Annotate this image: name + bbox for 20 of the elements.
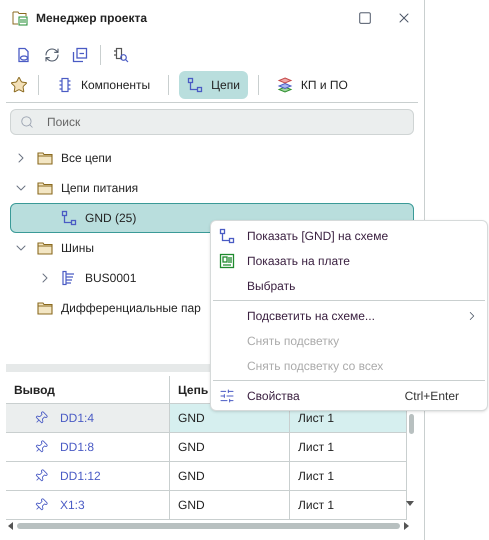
table-cell-text: DD1:12 [60,468,101,485]
tree-label: Все цепи [61,150,112,167]
table-cell-text: Лист 1 [298,468,334,485]
table-cell-text: GND [178,468,205,485]
tree-label: BUS0001 [85,270,136,287]
tree-label: Дифференциальные пар [61,300,201,317]
table-cell-text: X1:3 [60,497,85,514]
tree-label: Шины [61,240,94,257]
table-cell-text: GND [178,497,205,514]
table-cell-text: DD1:8 [60,439,94,456]
tree-label: Цепи питания [61,180,138,197]
shortcut: Ctrl+Enter [404,388,459,404]
table-cell-text: GND [178,410,205,427]
window-title: Менеджер проекта [36,10,148,27]
table-cell-text: DD1:4 [60,410,94,427]
tree-label: GND (25) [85,210,136,227]
table-cell-text: Лист 1 [298,410,334,427]
table-cell-text: Лист 1 [298,497,334,514]
table-cell-text: GND [178,439,205,456]
table-cell-text: Лист 1 [298,439,334,456]
